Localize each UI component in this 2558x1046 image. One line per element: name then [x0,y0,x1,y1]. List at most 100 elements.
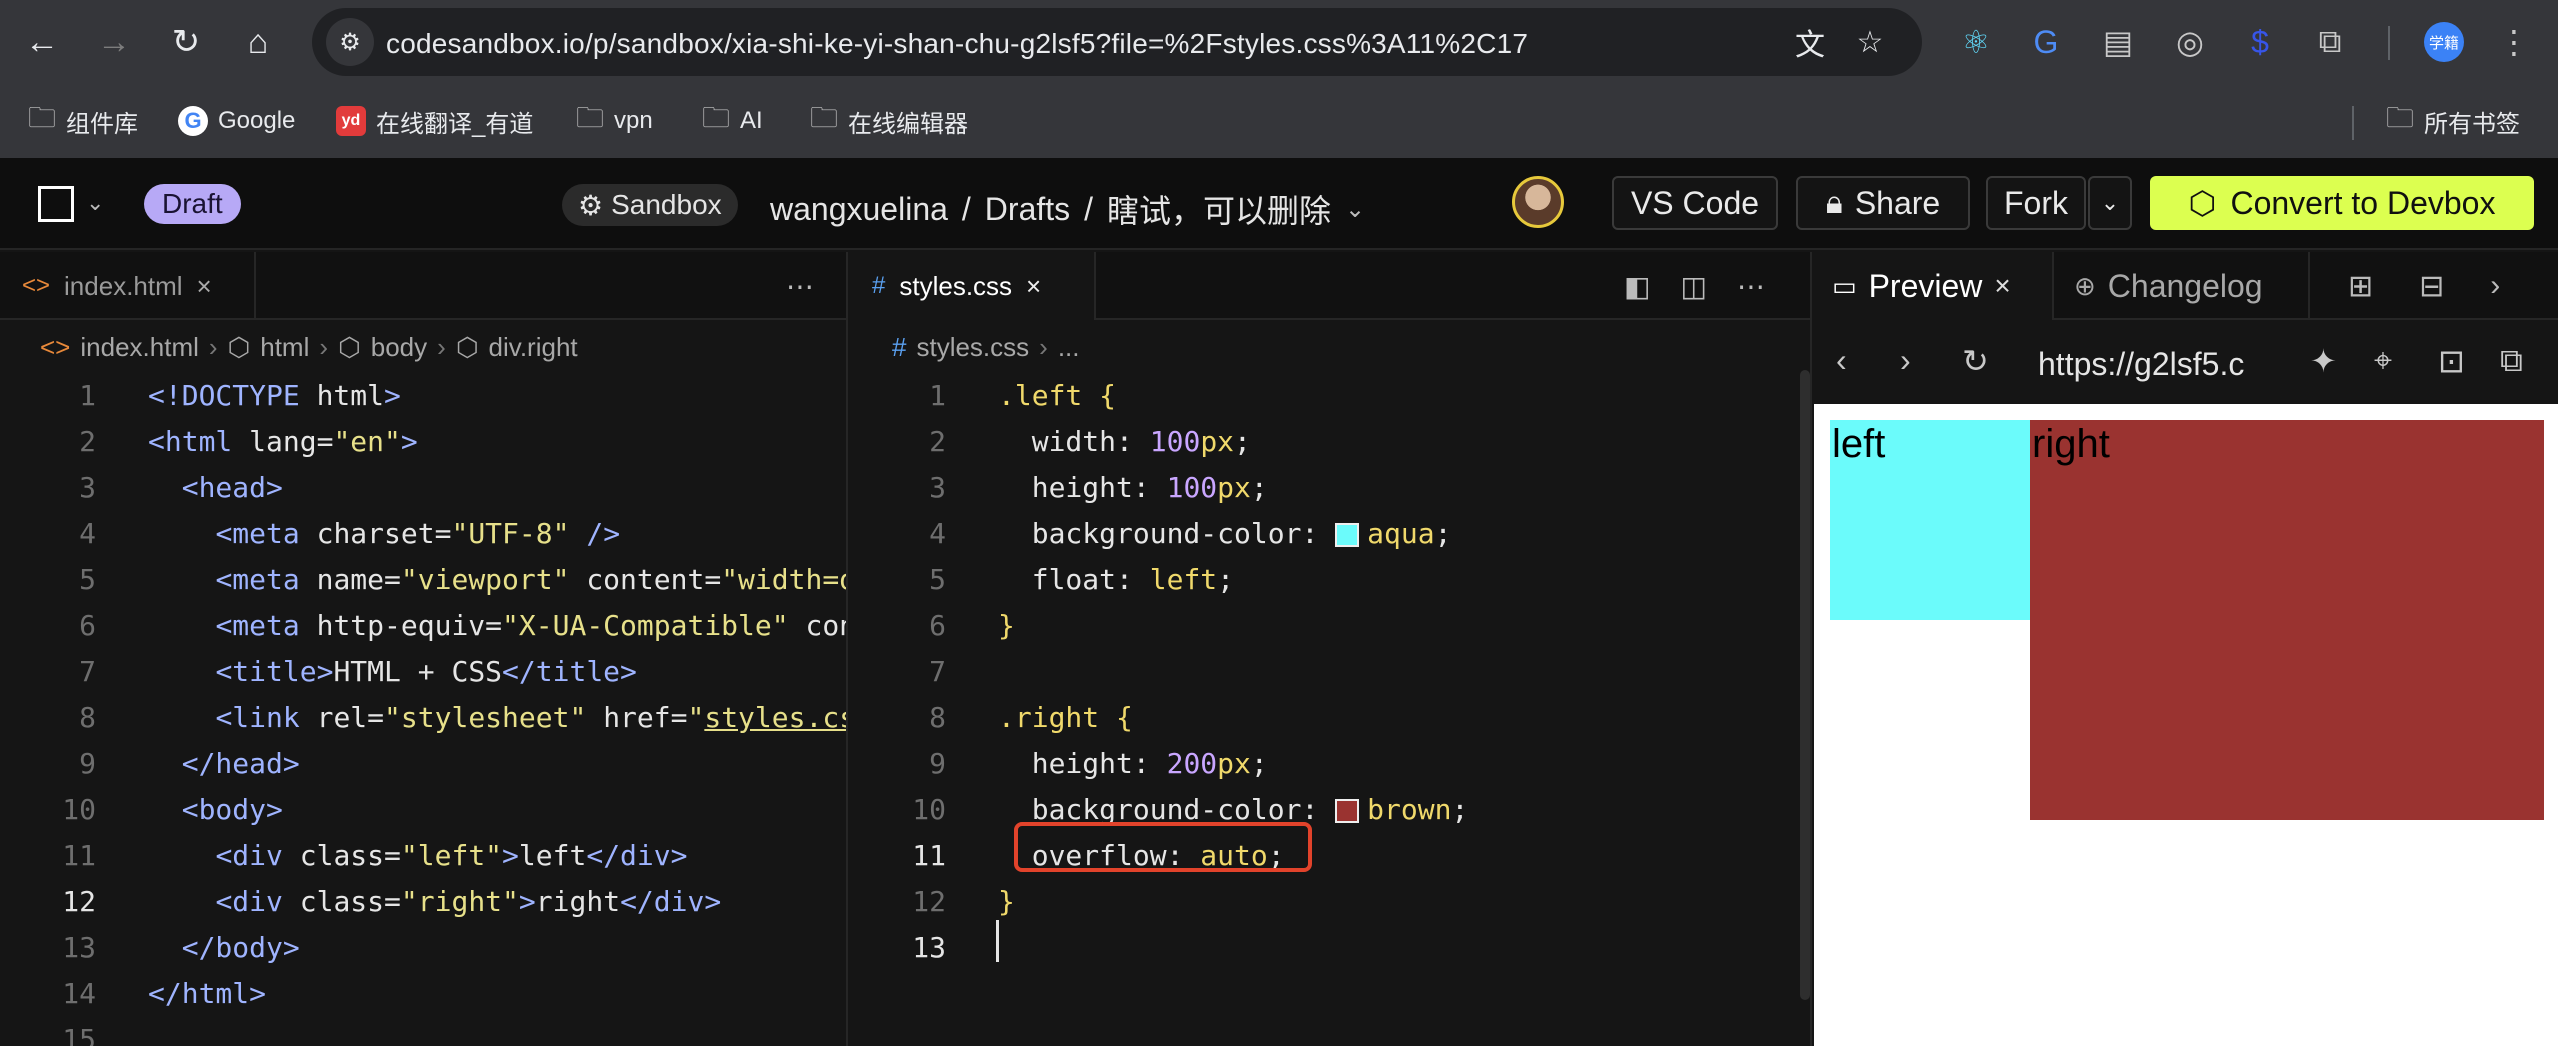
code-text: background-color: aqua; [1031,516,1452,550]
bookmark-item[interactable]: 🗀 AI [702,98,763,144]
forward-arrow-icon[interactable]: → [86,14,142,70]
folder-icon: 🗀 [702,102,731,133]
code-text: <html lang="en"> [148,424,418,458]
react-devtools-icon[interactable]: ⚛ [1952,18,2000,66]
close-icon[interactable]: × [197,271,212,302]
profile-avatar[interactable]: 学籍 [2424,22,2464,62]
folder-name[interactable]: Drafts [985,191,1070,228]
sparkle-icon[interactable]: ✦ [2310,342,2337,380]
bookmark-item[interactable]: G Google [178,98,295,144]
refresh-icon[interactable]: ↻ [1962,342,1989,380]
crumb-file[interactable]: index.html [80,332,199,363]
bookmark-item[interactable]: 🗀 组件库 [28,98,138,144]
share-button[interactable]: 🔒︎ Share [1796,176,1970,230]
codesandbox-logo-icon[interactable] [38,186,74,222]
close-icon[interactable]: × [1994,270,2010,302]
console-icon[interactable]: ⊡ [2438,342,2465,380]
editor-scrollbar[interactable] [1800,370,1810,1000]
fork-button[interactable]: Fork [1986,176,2086,230]
address-bar[interactable]: ⚙ codesandbox.io/p/sandbox/xia-shi-ke-yi… [312,8,1922,76]
css-file-icon: # [892,332,907,362]
forward-chevron-icon[interactable]: › [1900,342,1911,379]
all-bookmarks[interactable]: 🗀 所有书签 [2386,98,2520,144]
chevron-down-icon[interactable]: ⌄ [86,190,104,216]
all-bookmarks-label: 所有书签 [2424,110,2521,138]
reload-icon[interactable]: ↻ [158,14,214,70]
more-vert-icon[interactable]: ⋮ [2490,18,2538,66]
preview-addressbar: ‹ › ↻ https://g2lsf5.c ✦ ⌖ ⊡ ⧉ [1814,322,2558,404]
code-text: } [998,884,1015,918]
tab-styles-css[interactable]: # styles.css × [850,252,1096,320]
split-horizontal-icon[interactable]: ⊟ [2419,269,2444,304]
line-number: 4 [929,516,946,550]
code-area[interactable]: 1 <!DOCTYPE html> 2 <html lang="en"> 3 <he… [0,372,846,1046]
line-number: 11 [912,838,946,872]
fork-dropdown-chevron-icon[interactable]: ⌄ [2088,176,2132,230]
sandbox-header: ⌄ Draft ⚙ Sandbox wangxuelina / Drafts /… [0,158,2558,250]
owner-name[interactable]: wangxuelina [770,191,948,228]
sandbox-label: Sandbox [611,189,722,220]
google-translate-icon[interactable]: G [2022,18,2070,66]
open-new-window-icon[interactable]: ⧉ [2500,342,2523,380]
code-line: 12} [850,878,1810,924]
preview-right-box: right [2030,420,2544,820]
split-editor-icon[interactable]: ◫ [1680,270,1706,303]
crumb-body[interactable]: body [371,332,427,363]
code-text: </body> [181,930,300,964]
add-tab-icon[interactable]: ⊞ [2348,269,2373,304]
color-swatch[interactable] [1335,522,1360,547]
line-number: 12 [62,884,96,918]
tab-index-html[interactable]: <> index.html × [0,252,256,320]
dollar-i-icon[interactable]: $ [2236,18,2284,66]
address-url[interactable]: codesandbox.io/p/sandbox/xia-shi-ke-yi-s… [386,28,1528,60]
code-line: 4 <meta charset="UTF-8" /> [0,510,846,556]
translate-icon[interactable]: 文 [1790,22,1830,62]
line-number: 13 [912,930,946,964]
sandbox-breadcrumb[interactable]: wangxuelina / Drafts / 瞎试，可以删除 ⌄ [770,186,1365,232]
crumb-more[interactable]: ... [1058,332,1080,363]
bookmark-item[interactable]: 🗀 在线编辑器 [810,98,968,144]
chevron-right-icon[interactable]: › [2490,269,2500,303]
browser-toolbar: ← → ↻ ⌂ ⚙ codesandbox.io/p/sandbox/xia-s… [0,0,2558,158]
line-number: 6 [929,608,946,642]
record-icon[interactable]: ◎ [2166,18,2214,66]
line-number: 3 [929,470,946,504]
toggle-sidebar-icon[interactable]: ◧ [1624,270,1650,303]
tab-changelog[interactable]: ⊕ Changelog [2056,252,2310,320]
tab-preview[interactable]: ▭ Preview × [1814,252,2054,320]
breadcrumb-separator: / [961,190,971,227]
chevron-down-icon[interactable]: ⌄ [1345,195,1365,224]
extensions-puzzle-icon[interactable]: ⧉ [2306,18,2354,66]
code-text: </html> [148,976,267,1010]
preview-url[interactable]: https://g2lsf5.c [2038,346,2244,383]
crumb-file[interactable]: styles.css [916,332,1029,363]
crosshair-icon[interactable]: ⌖ [2374,342,2392,380]
site-info-icon[interactable]: ⚙ [326,18,374,66]
color-swatch[interactable] [1335,798,1360,823]
code-area[interactable]: 1 .left { 2 width: 100px; 3 height: 100px… [850,372,1810,970]
bookmark-star-icon[interactable]: ☆ [1850,22,1890,62]
line-number: 8 [929,700,946,734]
sandbox-title[interactable]: 瞎试，可以删除 [1107,186,1331,232]
home-icon[interactable]: ⌂ [230,14,286,70]
back-arrow-icon[interactable]: ← [14,14,70,70]
crumb-div-right[interactable]: div.right [489,332,578,363]
bookmark-item[interactable]: 🗀 vpn [576,98,653,144]
convert-to-devbox-button[interactable]: ⬡ Convert to Devbox [2150,176,2534,230]
code-text: <meta http-equiv="X-UA-Compatible" con [215,608,846,642]
html-editor-pane: <> index.html × ⋯ <> index.html › ⬡ html… [0,252,848,1046]
preview-actions: ⊞ ⊟ › [2348,252,2500,320]
sandbox-badge[interactable]: ⚙ Sandbox [562,184,738,226]
more-horiz-icon[interactable]: ⋯ [786,252,814,320]
more-horiz-icon[interactable]: ⋯ [1737,270,1765,303]
vscode-button[interactable]: VS Code [1612,176,1778,230]
crumb-html[interactable]: html [260,332,309,363]
back-chevron-icon[interactable]: ‹ [1836,342,1847,379]
bookmark-label: 组件库 [66,110,139,138]
line-number: 5 [79,562,96,596]
bookmark-item[interactable]: yd 在线翻译_有道 [336,98,533,144]
extension-icon[interactable]: ▤ [2094,18,2142,66]
close-icon[interactable]: × [1026,271,1041,302]
editor-tabbar: # styles.css × ◧ ◫ ⋯ [850,252,1810,320]
user-avatar[interactable] [1512,176,1564,228]
